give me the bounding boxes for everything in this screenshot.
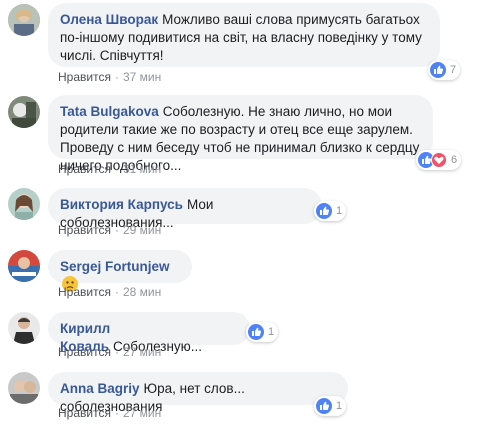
like-link[interactable]: Нравится [58, 223, 111, 237]
reaction-count: 7 [450, 64, 457, 76]
avatar-image [8, 4, 40, 36]
like-link[interactable]: Нравится [58, 406, 111, 420]
comment-meta: Нравится · 27 мин [58, 406, 161, 420]
comment-time[interactable]: 37 мин [123, 70, 161, 84]
reaction-count: 6 [451, 154, 458, 166]
like-reaction-icon [248, 324, 264, 340]
avatar-image [8, 250, 40, 282]
reaction-count: 1 [336, 205, 343, 217]
like-link[interactable]: Нравится [58, 162, 111, 176]
like-reaction-icon [430, 62, 446, 78]
comment-meta: Нравится · 29 мин [58, 223, 161, 237]
comment-bubble: Anna Bagriy Юра, нет слов... соболезнован… [48, 372, 348, 414]
comment-time[interactable]: 27 мин [123, 406, 161, 420]
comment-time[interactable]: 28 мин [123, 285, 161, 299]
comment-time[interactable]: 29 мин [123, 223, 161, 237]
reaction-count: 1 [336, 400, 343, 412]
love-reaction-icon [431, 152, 447, 168]
separator: · [114, 345, 119, 359]
avatar[interactable] [8, 4, 40, 36]
reaction-summary[interactable]: 6 [416, 150, 462, 170]
reaction-count: 1 [268, 326, 275, 338]
comment-time[interactable]: 31 мин [123, 162, 161, 176]
comment-author[interactable]: Tata Bulgakova [60, 104, 159, 119]
like-link[interactable]: Нравится [58, 70, 111, 84]
comment-meta: Нравится · 31 мин [58, 162, 161, 176]
reaction-summary[interactable]: 1 [246, 322, 279, 342]
separator: · [114, 223, 119, 237]
comment-meta: Нравится · 28 мин [58, 285, 161, 299]
separator: · [114, 406, 119, 420]
comment-time[interactable]: 27 мин [123, 345, 161, 359]
avatar[interactable] [8, 188, 40, 220]
separator: · [114, 162, 119, 176]
reaction-summary[interactable]: 7 [428, 60, 461, 80]
comment-bubble: Виктория Карпусь Мои соболезнования... [48, 188, 322, 230]
comment-bubble: Tata Bulgakova Соболезную. Не знаю лично,… [48, 95, 433, 173]
avatar[interactable] [8, 312, 40, 344]
avatar[interactable] [8, 96, 40, 128]
like-link[interactable]: Нравится [58, 345, 111, 359]
avatar[interactable] [8, 372, 40, 404]
avatar-image [8, 96, 40, 128]
comment-bubble: Sergej Fortunjew [48, 250, 192, 292]
like-reaction-icon [316, 203, 332, 219]
comment-author[interactable]: Олена Шворак [60, 12, 158, 27]
comment-author[interactable]: Anna Bagriy [60, 381, 140, 396]
comment-author[interactable]: Виктория Карпусь [60, 197, 183, 212]
comment-author[interactable]: Sergej Fortunjew [60, 259, 170, 274]
like-link[interactable]: Нравится [58, 285, 111, 299]
avatar-image [8, 188, 40, 220]
comment-meta: Нравится · 27 мин [58, 345, 161, 359]
separator: · [114, 70, 119, 84]
like-reaction-icon [316, 398, 332, 414]
comment-meta: Нравится · 37 мин [58, 70, 161, 84]
separator: · [114, 285, 119, 299]
reaction-summary[interactable]: 1 [314, 201, 347, 221]
reaction-summary[interactable]: 1 [314, 396, 347, 416]
comment-bubble: Олена Шворак Можливо ваші слова примусять… [48, 3, 440, 67]
avatar-image [8, 312, 40, 344]
avatar-image [8, 372, 40, 404]
comment-bubble: Кирилл Коваль Соболезную... [48, 312, 250, 354]
avatar[interactable] [8, 250, 40, 282]
